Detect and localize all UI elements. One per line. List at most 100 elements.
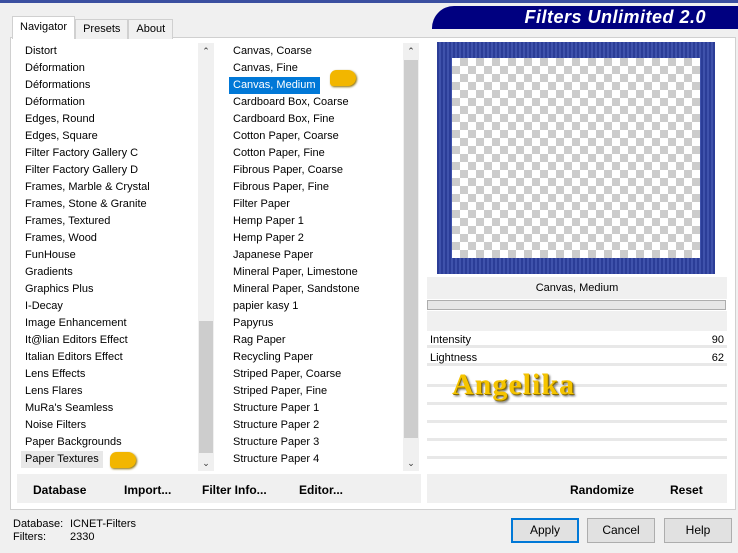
category-item[interactable]: Lens Effects — [18, 366, 198, 383]
filter-item[interactable]: Structure Paper 1 — [226, 400, 403, 417]
category-item[interactable]: I-Decay — [18, 298, 198, 315]
status-value: 2330 — [70, 531, 95, 543]
window-top-border — [0, 0, 738, 3]
status-database: Database: ICNET-Filters — [13, 518, 136, 530]
filter-item[interactable]: Canvas, Fine — [226, 60, 403, 77]
filter-item[interactable]: Rag Paper — [226, 332, 403, 349]
filter-item[interactable]: Structure Paper 2 — [226, 417, 403, 434]
import-button[interactable]: Import... — [124, 474, 171, 503]
filter-item[interactable]: Recycling Paper — [226, 349, 403, 366]
scroll-down-icon[interactable]: ⌄ — [198, 455, 214, 471]
filter-list[interactable]: Canvas, Coarse Canvas, Fine Canvas, Medium… — [226, 43, 403, 471]
param-label: Lightness — [430, 352, 478, 364]
watermark: Angelika — [452, 368, 576, 401]
empty-slider — [427, 402, 727, 405]
tab-presets[interactable]: Presets — [75, 19, 129, 39]
filter-item[interactable]: Mineral Paper, Sandstone — [226, 281, 403, 298]
progress-bar — [427, 300, 726, 310]
param-label: Intensity — [430, 334, 471, 346]
scroll-up-icon[interactable]: ⌃ — [198, 43, 214, 59]
category-item[interactable]: Frames, Marble & Crystal — [18, 179, 198, 196]
category-item[interactable]: Edges, Square — [18, 128, 198, 145]
status-label: Filters: — [13, 531, 46, 543]
category-scrollbar[interactable]: ⌃ ⌄ — [198, 43, 214, 471]
cancel-button[interactable]: Cancel — [587, 518, 655, 543]
category-item[interactable]: Noise Filters — [18, 417, 198, 434]
filter-item[interactable]: Cotton Paper, Fine — [226, 145, 403, 162]
filter-item[interactable]: Filter Paper — [226, 196, 403, 213]
filter-item[interactable]: Cotton Paper, Coarse — [226, 128, 403, 145]
scroll-thumb[interactable] — [404, 60, 418, 438]
right-button-bar: Randomize Reset — [427, 474, 727, 503]
status-value: ICNET-Filters — [70, 518, 136, 530]
reset-button[interactable]: Reset — [670, 474, 703, 503]
preview-image — [437, 42, 715, 274]
filter-item[interactable]: Hemp Paper 2 — [226, 230, 403, 247]
category-item[interactable]: Gradients — [18, 264, 198, 281]
empty-slider — [427, 420, 727, 423]
filter-item[interactable]: Canvas, Medium — [229, 77, 320, 94]
filter-item[interactable]: Hemp Paper 1 — [226, 213, 403, 230]
param-value: 90 — [711, 334, 724, 346]
app-banner: Filters Unlimited 2.0 — [432, 6, 738, 29]
spacer — [427, 311, 727, 331]
category-item[interactable]: It@lian Editors Effect — [18, 332, 198, 349]
tab-about[interactable]: About — [128, 19, 174, 39]
database-button[interactable]: Database — [33, 474, 86, 503]
filter-item[interactable]: Fibrous Paper, Fine — [226, 179, 403, 196]
transparency-checker — [452, 58, 700, 258]
filter-item[interactable]: Japanese Paper — [226, 247, 403, 264]
filter-item[interactable]: Structure Paper 4 — [226, 451, 403, 468]
editor-button[interactable]: Editor... — [299, 474, 343, 503]
slider-intensity[interactable]: Intensity 90 — [427, 332, 727, 348]
scroll-down-icon[interactable]: ⌄ — [403, 455, 419, 471]
scroll-up-icon[interactable]: ⌃ — [403, 43, 419, 59]
filter-item[interactable]: Cardboard Box, Coarse — [226, 94, 403, 111]
filter-item[interactable]: Fibrous Paper, Coarse — [226, 162, 403, 179]
pointing-hand-icon — [330, 70, 356, 86]
filter-item[interactable]: Striped Paper, Coarse — [226, 366, 403, 383]
help-button[interactable]: Help — [664, 518, 732, 543]
filter-item[interactable]: Striped Paper, Fine — [226, 383, 403, 400]
empty-slider — [427, 456, 727, 459]
tab-navigator[interactable]: Navigator — [12, 16, 76, 39]
filter-item[interactable]: Papyrus — [226, 315, 403, 332]
category-item[interactable]: Déformations — [18, 77, 198, 94]
filter-item[interactable]: Canvas, Coarse — [226, 43, 403, 60]
category-item[interactable]: Filter Factory Gallery C — [18, 145, 198, 162]
category-item[interactable]: MuRa's Seamless — [18, 400, 198, 417]
category-item[interactable]: Graphics Plus — [18, 281, 198, 298]
category-item[interactable]: Déformation — [18, 60, 198, 77]
filter-scrollbar[interactable]: ⌃ ⌄ — [403, 43, 419, 471]
category-item[interactable]: Edges, Round — [18, 111, 198, 128]
filter-item[interactable]: papier kasy 1 — [226, 298, 403, 315]
category-item[interactable]: Paper Textures — [21, 451, 103, 468]
category-item[interactable]: Italian Editors Effect — [18, 349, 198, 366]
filter-item[interactable]: Mineral Paper, Limestone — [226, 264, 403, 281]
scroll-thumb[interactable] — [199, 321, 213, 453]
category-item[interactable]: FunHouse — [18, 247, 198, 264]
tab-bar: Navigator Presets About — [12, 16, 174, 39]
apply-button[interactable]: Apply — [511, 518, 579, 543]
category-item[interactable]: Distort — [18, 43, 198, 60]
status-label: Database: — [13, 518, 64, 530]
pointing-hand-icon — [110, 452, 136, 468]
filter-item[interactable]: Structure Paper 3 — [226, 434, 403, 451]
randomize-button[interactable]: Randomize — [570, 474, 634, 503]
category-item[interactable]: Image Enhancement — [18, 315, 198, 332]
status-filters: Filters: 2330 — [13, 531, 94, 543]
category-item[interactable]: Déformation — [18, 94, 198, 111]
slider-lightness[interactable]: Lightness 62 — [427, 350, 727, 366]
left-button-bar: Database Import... Filter Info... Editor… — [17, 474, 421, 503]
preview-filter-name: Canvas, Medium — [427, 277, 727, 299]
category-item[interactable]: Filter Factory Gallery D — [18, 162, 198, 179]
param-value: 62 — [711, 352, 724, 364]
category-list[interactable]: Distort Déformation Déformations Déformatio… — [18, 43, 198, 471]
category-item[interactable]: Lens Flares — [18, 383, 198, 400]
filter-item[interactable]: Cardboard Box, Fine — [226, 111, 403, 128]
category-item[interactable]: Frames, Wood — [18, 230, 198, 247]
category-item[interactable]: Paper Backgrounds — [18, 434, 198, 451]
category-item[interactable]: Frames, Textured — [18, 213, 198, 230]
category-item[interactable]: Frames, Stone & Granite — [18, 196, 198, 213]
filter-info-button[interactable]: Filter Info... — [202, 474, 267, 503]
